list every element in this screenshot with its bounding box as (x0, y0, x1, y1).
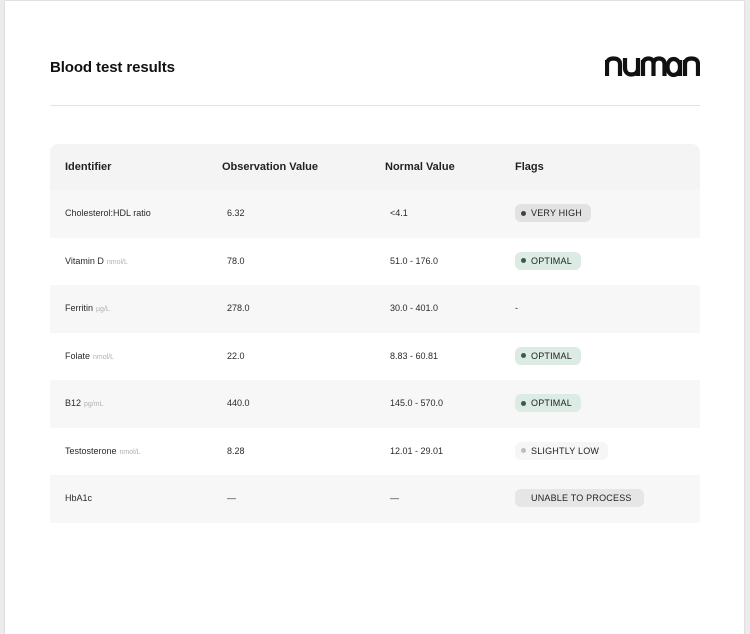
status-badge: OPTIMAL (515, 394, 581, 412)
status-dot-icon (521, 353, 526, 358)
status-dot-icon (521, 400, 526, 406)
identifier-name: Cholesterol:HDL ratio (65, 208, 151, 218)
header-flags: Flags (515, 161, 544, 173)
row-identifier: Testosterone nmol/L (65, 428, 141, 476)
row-identifier: Cholesterol:HDL ratio (65, 190, 151, 236)
identifier-name: Ferritin (65, 303, 94, 313)
row-identifier: Vitamin Dnmol/L (65, 238, 128, 286)
observation-value: 22.0 (227, 350, 245, 361)
report-page: Blood test results Identifier Observatio… (5, 1, 744, 634)
identifier-name: B12 (65, 398, 82, 408)
status-badge-label: OPTIMAL (531, 350, 572, 361)
status-dot-icon (521, 448, 526, 453)
header-identifier: Identifier (65, 161, 112, 173)
status-badge-label: OPTIMAL (531, 255, 572, 266)
row-identifier: Ferritin µg/L (65, 285, 110, 333)
table-body: Cholesterol:HDL ratio 6.32 <4.1 VERY HIGH Vi… (50, 190, 700, 523)
table-row: HbA1c — — UNABLE TO PROCESS (50, 475, 700, 523)
identifier-unit: nmol/L (106, 258, 128, 266)
status-badge: UNABLE TO PROCESS (515, 489, 644, 507)
table-header: Identifier Observation Value Normal Valu… (50, 144, 700, 190)
row-identifier: B12 pg/mL (65, 380, 103, 428)
status-badge: OPTIMAL (515, 251, 581, 270)
status-badge: VERY HIGH (515, 204, 591, 222)
identifier-unit: pg/mL (84, 401, 104, 408)
table-row: Folate nmol/L 22.0 8.83 - 60.81 OPTIMAL (50, 332, 700, 381)
observation-value: — (227, 493, 236, 503)
normal-value: <4.1 (390, 208, 408, 218)
results-table: Identifier Observation Value Normal Valu… (50, 144, 700, 523)
normal-value: — (390, 493, 399, 503)
identifier-name: Vitamin D (65, 255, 104, 266)
divider (50, 105, 700, 106)
table-row: B12 pg/mL 440.0 145.0 - 570.0 OPTIMAL (50, 380, 700, 428)
row-identifier: Folate nmol/L (65, 333, 114, 381)
identifier-unit: nmol/L (93, 353, 115, 361)
identifier-name: Folate (65, 350, 91, 361)
normal-value: 30.0 - 401.0 (390, 303, 439, 313)
identifier-name: HbA1c (65, 493, 93, 503)
observation-value: 440.0 (227, 398, 250, 408)
table-row: Ferritin µg/L 278.0 30.0 - 401.0 - (50, 285, 700, 333)
table-row: Testosterone nmol/L 8.28 12.01 - 29.01 SLIGH… (50, 427, 700, 476)
table-row: Cholesterol:HDL ratio 6.32 <4.1 VERY HIGH (50, 190, 700, 238)
table-row: Vitamin Dnmol/L 78.0 51.0 - 176.0 OPTIMAL (50, 237, 700, 286)
page-title: Blood test results (50, 59, 175, 76)
status-badge-label: VERY HIGH (531, 208, 582, 218)
identifier-unit: nmol/L (119, 448, 141, 456)
header-observation-value: Observation Value (222, 161, 318, 173)
status-badge-label: SLIGHTLY LOW (531, 445, 600, 456)
flag-empty: - (515, 303, 518, 313)
identifier-name: Testosterone (65, 445, 117, 456)
status-badge-label: OPTIMAL (531, 398, 572, 408)
status-badge: SLIGHTLY LOW (515, 441, 609, 460)
normal-value: 8.83 - 60.81 (390, 350, 439, 361)
row-identifier: HbA1c (65, 475, 92, 521)
normal-value: 12.01 - 29.01 (390, 445, 444, 456)
observation-value: 278.0 (227, 303, 250, 313)
numan-logo (605, 56, 700, 78)
observation-value: 8.28 (227, 445, 245, 456)
identifier-unit: µg/L (96, 306, 110, 313)
status-badge: OPTIMAL (515, 346, 581, 365)
status-dot-icon (521, 210, 526, 216)
status-badge-label: UNABLE TO PROCESS (531, 493, 632, 503)
header-normal-value: Normal Value (385, 161, 455, 173)
observation-value: 6.32 (227, 208, 245, 218)
normal-value: 51.0 - 176.0 (390, 255, 439, 266)
status-dot-icon (521, 258, 526, 263)
normal-value: 145.0 - 570.0 (390, 398, 444, 408)
observation-value: 78.0 (227, 255, 245, 266)
